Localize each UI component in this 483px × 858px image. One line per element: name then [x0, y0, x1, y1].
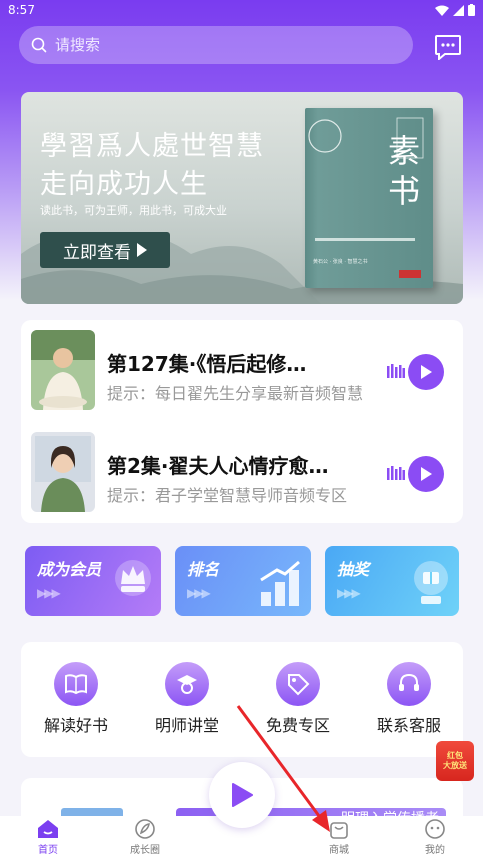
- red-packet-line2: 大放送: [443, 761, 467, 770]
- search-bar[interactable]: [19, 26, 413, 64]
- profile-icon: [425, 819, 445, 839]
- search-icon: [31, 37, 47, 53]
- promo-arrows: ▶▶▶: [337, 586, 361, 600]
- book-icon: [54, 662, 98, 706]
- audio-thumbnail: [31, 432, 95, 512]
- promo-label: 抽奖: [337, 560, 370, 579]
- tab-label: 首页: [38, 845, 58, 856]
- feature-label: 明师讲堂: [154, 716, 219, 735]
- play-icon: [421, 365, 432, 379]
- status-time: 8:57: [8, 3, 35, 17]
- tab-shop[interactable]: 商城: [299, 818, 379, 858]
- feature-free-zone[interactable]: 免费专区: [253, 662, 343, 742]
- audio-hint: 提示：每日翟先生分享最新音频智慧: [107, 384, 364, 403]
- floating-play-button[interactable]: [209, 762, 275, 828]
- promo-label: 排名: [187, 560, 220, 579]
- audio-thumbnail: [31, 330, 95, 410]
- view-now-button[interactable]: 立即查看: [40, 232, 170, 268]
- audio-play-button[interactable]: [408, 354, 444, 390]
- audio-list-card: 第127集·《悟后起修… 提示：每日翟先生分享最新音频智慧 第2集·翟夫人心情疗…: [21, 320, 463, 523]
- home-icon: [38, 820, 58, 838]
- play-triangle-icon: [137, 243, 147, 257]
- tab-home[interactable]: 首页: [8, 818, 88, 858]
- banner-title-line2: 走向成功人生: [40, 169, 208, 200]
- promo-arrows: ▶▶▶: [187, 586, 211, 600]
- banner-subtitle: 读此书，可为王师，用此书，可成大业: [40, 204, 227, 217]
- feature-label: 免费专区: [265, 716, 330, 735]
- lottery-card[interactable]: 抽奖 ▶▶▶: [325, 546, 459, 616]
- feature-label: 联系客服: [376, 716, 441, 735]
- audio-list-item[interactable]: 第2集·翟夫人心情疗愈… 提示：君子学堂智慧导师音频专区: [31, 432, 461, 514]
- book-cover: 素书 黄石公 · 张良 · 智慧之书: [305, 108, 433, 288]
- promo-label: 成为会员: [37, 560, 102, 579]
- bar-chart-icon: [260, 560, 300, 606]
- status-icons: [435, 4, 475, 16]
- tab-label: 成长圈: [130, 845, 160, 856]
- audio-play-button[interactable]: [408, 456, 444, 492]
- audio-wave-icon: [387, 364, 405, 378]
- play-icon: [421, 467, 432, 481]
- audio-title: 第127集·《悟后起修…: [107, 352, 307, 376]
- search-input[interactable]: [55, 36, 375, 54]
- feature-teacher-lectures[interactable]: 明师讲堂: [142, 662, 232, 742]
- play-icon: [232, 783, 253, 807]
- feature-grid: 解读好书 明师讲堂 免费专区 联系客服: [21, 642, 463, 757]
- book-tagline: 黄石公 · 张良 · 智慧之书: [313, 259, 368, 265]
- audio-title: 第2集·翟夫人心情疗愈…: [107, 454, 329, 478]
- audio-list-item[interactable]: 第127集·《悟后起修… 提示：每日翟先生分享最新音频智慧: [31, 330, 461, 412]
- book-title: 素书: [383, 134, 421, 214]
- feature-read-books[interactable]: 解读好书: [31, 662, 121, 742]
- promo-banner[interactable]: 學習爲人處世智慧 走向成功人生 读此书，可为王师，用此书，可成大业 立即查看 素…: [21, 92, 463, 304]
- shop-bag-icon: [330, 822, 348, 839]
- view-now-label: 立即查看: [63, 242, 131, 263]
- battery-icon: [468, 4, 475, 16]
- status-bar: 8:57: [0, 0, 483, 20]
- growth-icon: [135, 819, 155, 839]
- signal-icon: [453, 4, 464, 16]
- promo-arrows: ▶▶▶: [37, 586, 61, 600]
- tag-icon: [276, 662, 320, 706]
- wifi-icon: [435, 5, 449, 16]
- message-icon[interactable]: [434, 34, 462, 60]
- crown-icon: [115, 560, 151, 596]
- headset-icon: [387, 662, 431, 706]
- red-packet-line1: 红包: [447, 751, 463, 760]
- teacher-icon: [165, 662, 209, 706]
- feature-customer-service[interactable]: 联系客服: [364, 662, 454, 742]
- banner-title-line1: 學習爲人處世智慧: [40, 131, 264, 162]
- tab-label: 我的: [425, 845, 445, 856]
- become-member-card[interactable]: 成为会员 ▶▶▶: [25, 546, 161, 616]
- audio-hint: 提示：君子学堂智慧导师音频专区: [107, 486, 348, 505]
- gift-globe-icon: [414, 561, 448, 604]
- red-packet-button[interactable]: 红包 大放送: [436, 741, 474, 781]
- tab-profile[interactable]: 我的: [395, 818, 475, 858]
- ranking-card[interactable]: 排名 ▶▶▶: [175, 546, 311, 616]
- feature-label: 解读好书: [43, 716, 108, 735]
- tab-growth[interactable]: 成长圈: [105, 818, 185, 858]
- audio-wave-icon: [387, 466, 405, 480]
- tab-label: 商城: [329, 845, 349, 856]
